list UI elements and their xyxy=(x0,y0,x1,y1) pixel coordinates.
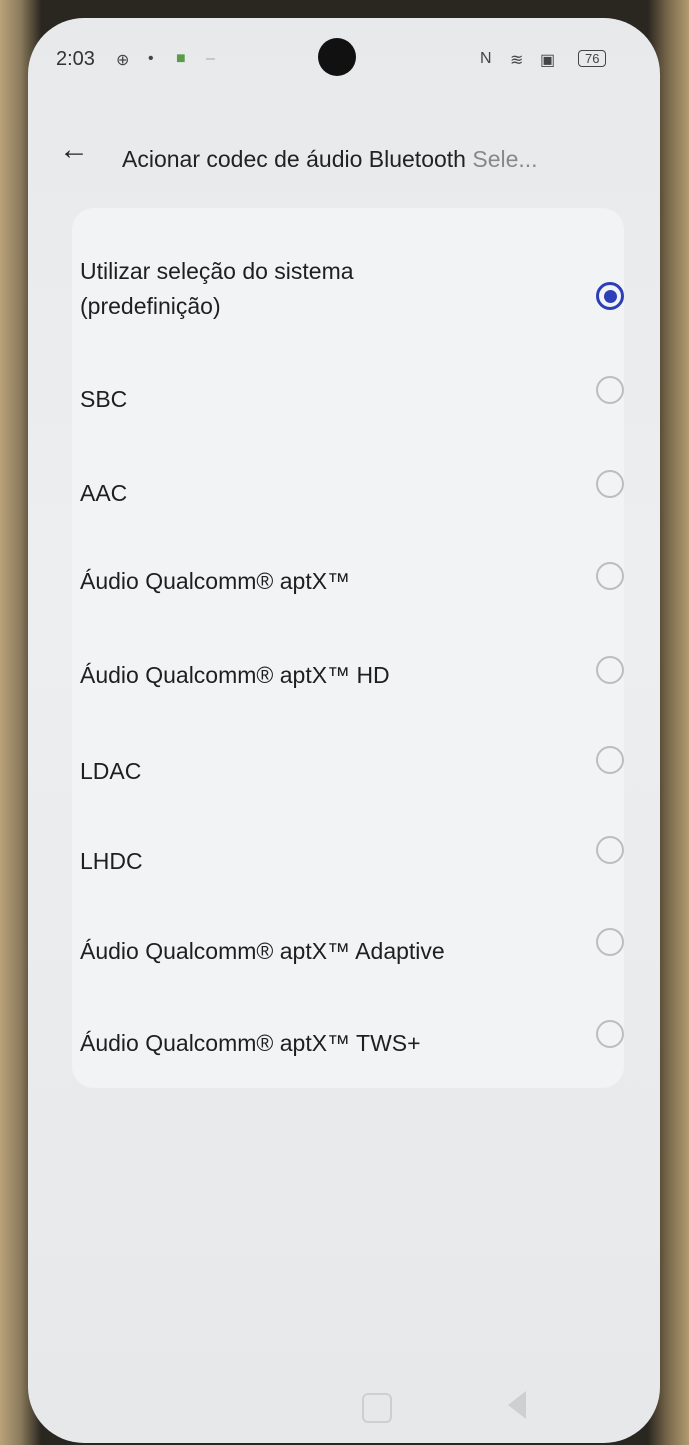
arrow-left-icon: ← xyxy=(59,133,89,166)
radio-unselected-icon[interactable] xyxy=(596,562,624,590)
radio-unselected-icon[interactable] xyxy=(596,376,624,404)
codec-option-aac[interactable]: AAC xyxy=(72,452,624,512)
radio-unselected-icon[interactable] xyxy=(596,836,624,864)
home-button[interactable] xyxy=(362,1393,392,1423)
codec-option-label: Áudio Qualcomm® aptX™ xyxy=(80,568,351,594)
codec-options-list: Utilizar seleção do sistema (predefiniçã… xyxy=(72,208,624,1088)
radio-unselected-icon[interactable] xyxy=(596,928,624,956)
sim-icon: ▣ xyxy=(540,52,556,69)
app-bar: ← Acionar codec de áudio Bluetooth Sele.… xyxy=(28,118,660,178)
notification-icon: • xyxy=(148,50,154,67)
status-bar: 2:03 ⊕ • ■ – N ≋ ▣ 76 xyxy=(28,18,660,98)
codec-option-aptx-adaptive[interactable]: Áudio Qualcomm® aptX™ Adaptive xyxy=(72,914,624,974)
radio-unselected-icon[interactable] xyxy=(596,656,624,684)
codec-option-label: AAC xyxy=(80,480,128,506)
radio-unselected-icon[interactable] xyxy=(596,1020,624,1048)
battery-icon: 76 xyxy=(578,50,607,67)
codec-option-label: Utilizar seleção do sistema (predefiniçã… xyxy=(80,258,354,319)
codec-option-label: Áudio Qualcomm® aptX™ HD xyxy=(80,662,390,688)
codec-option-system-default[interactable]: Utilizar seleção do sistema (predefiniçã… xyxy=(72,248,624,330)
codec-option-aptx-hd[interactable]: Áudio Qualcomm® aptX™ HD xyxy=(72,640,624,700)
page-title: Acionar codec de áudio Bluetooth Sele... xyxy=(122,146,642,173)
app-icon: ■ xyxy=(176,50,186,67)
codec-option-label: LHDC xyxy=(80,848,143,874)
radio-unselected-icon[interactable] xyxy=(596,470,624,498)
codec-option-sbc[interactable]: SBC xyxy=(72,358,624,418)
codec-option-label: Áudio Qualcomm® aptX™ Adaptive xyxy=(80,938,445,964)
wifi-icon: ≋ xyxy=(510,52,524,69)
nav-back-button[interactable] xyxy=(508,1391,526,1419)
radio-selected-icon[interactable] xyxy=(596,282,624,310)
page-title-overflow: Sele... xyxy=(472,146,538,172)
minus-icon: – xyxy=(206,50,215,67)
navigation-bar xyxy=(28,1373,660,1443)
codec-option-label: Áudio Qualcomm® aptX™ TWS+ xyxy=(80,1030,421,1056)
back-button[interactable]: ← xyxy=(54,130,94,170)
phone-screen: 2:03 ⊕ • ■ – N ≋ ▣ 76 ← Acionar codec de… xyxy=(28,18,660,1443)
codec-option-lhdc[interactable]: LHDC xyxy=(72,822,624,882)
page-title-text: Acionar codec de áudio Bluetooth xyxy=(122,146,466,172)
radio-unselected-icon[interactable] xyxy=(596,746,624,774)
codec-option-ldac[interactable]: LDAC xyxy=(72,732,624,792)
codec-option-aptx[interactable]: Áudio Qualcomm® aptX™ xyxy=(72,546,624,606)
codec-option-label: SBC xyxy=(80,386,128,412)
codec-option-aptx-tws[interactable]: Áudio Qualcomm® aptX™ TWS+ xyxy=(72,1006,624,1066)
status-time: 2:03 xyxy=(56,48,95,70)
front-camera xyxy=(318,38,356,76)
vpn-icon: ⊕ xyxy=(116,52,130,69)
codec-option-label: LDAC xyxy=(80,758,142,784)
nfc-icon: N xyxy=(480,50,492,67)
